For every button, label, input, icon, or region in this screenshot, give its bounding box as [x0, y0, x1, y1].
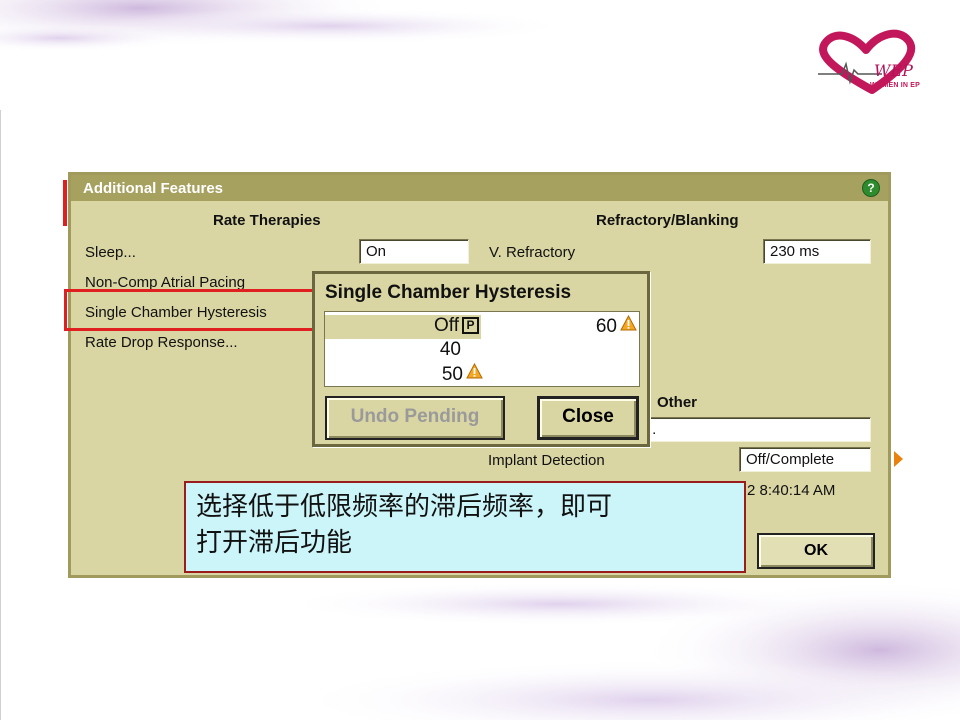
close-button[interactable]: Close: [537, 396, 639, 440]
popup-title: Single Chamber Hysteresis: [325, 282, 572, 303]
option-40[interactable]: 40: [325, 339, 461, 363]
other-heading: Other: [657, 394, 698, 411]
annotation-line-1: 选择低于低限频率的滞后频率，即可: [196, 492, 613, 522]
option-off[interactable]: Off P: [325, 315, 481, 339]
undo-pending-button[interactable]: Undo Pending: [325, 396, 505, 440]
v-refractory-label: V. Refractory: [489, 244, 576, 261]
timestamp: 2 8:40:14 AM: [747, 482, 836, 499]
warning-icon: [620, 315, 637, 331]
refractory-heading: Refractory/Blanking: [596, 212, 739, 229]
annotation-callout: 选择低于低限频率的滞后频率，即可 打开滞后功能: [184, 481, 746, 573]
rate-drop-response-label[interactable]: Rate Drop Response...: [85, 334, 238, 351]
single-chamber-hysteresis-popup: Single Chamber Hysteresis Off P 60 40 50 …: [312, 271, 650, 447]
hysteresis-options-list: Off P 60 40 50: [324, 311, 640, 387]
implant-detection-label: Implant Detection: [488, 452, 605, 469]
logo-caption: WOMEN IN EP: [870, 82, 921, 89]
dialog-title-bar: Additional Features: [71, 175, 888, 201]
annotation-line-2: 打开滞后功能: [196, 528, 353, 558]
red-edge-mark: [63, 180, 67, 226]
sleep-label[interactable]: Sleep...: [85, 244, 136, 261]
option-40-label: 40: [439, 339, 461, 360]
option-60[interactable]: 60: [515, 315, 639, 339]
highlight-box: [64, 289, 326, 331]
orange-arrow-icon: [894, 451, 903, 467]
rate-therapies-heading: Rate Therapies: [213, 212, 321, 229]
option-50-label: 50: [441, 364, 463, 385]
other-value-field[interactable]: ..: [641, 417, 871, 442]
implant-detection-field[interactable]: Off/Complete: [739, 447, 871, 472]
dialog-title: Additional Features: [83, 180, 224, 197]
programmed-p-icon: P: [462, 317, 479, 334]
help-icon[interactable]: ?: [862, 179, 880, 197]
warning-icon: [466, 363, 483, 379]
v-refractory-field[interactable]: 230 ms: [763, 239, 871, 264]
option-60-label: 60: [595, 316, 617, 337]
ok-button[interactable]: OK: [757, 533, 875, 569]
option-off-label: Off: [434, 315, 459, 336]
sleep-value-field[interactable]: On: [359, 239, 469, 264]
option-50[interactable]: 50: [325, 363, 483, 387]
svg-text:WEP: WEP: [874, 61, 913, 80]
